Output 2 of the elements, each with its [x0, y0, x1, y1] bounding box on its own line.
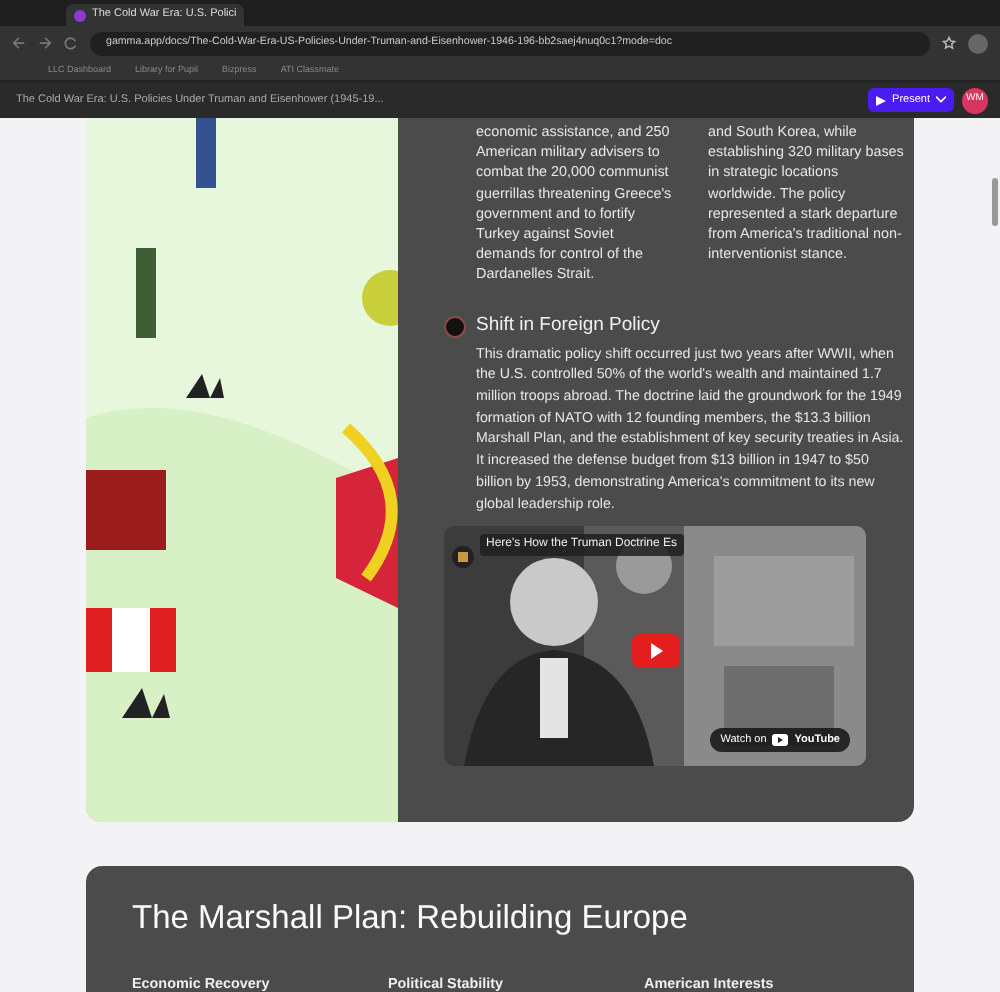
section-heading: Shift in Foreign Policy — [476, 313, 660, 338]
section-title: The Marshall Plan: Rebuilding Europe — [132, 900, 690, 940]
